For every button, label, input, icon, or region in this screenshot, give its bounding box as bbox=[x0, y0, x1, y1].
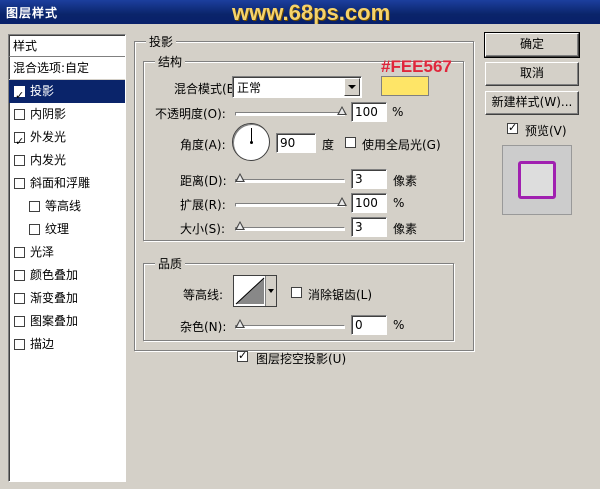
distance-slider-thumb[interactable] bbox=[235, 173, 245, 182]
new-style-button[interactable]: 新建样式(W)... bbox=[485, 91, 579, 115]
style-item[interactable]: 描边 bbox=[9, 333, 125, 356]
noise-slider-thumb[interactable] bbox=[235, 319, 245, 328]
style-item[interactable]: 渐变叠加 bbox=[9, 287, 125, 310]
style-item[interactable]: 内阴影 bbox=[9, 103, 125, 126]
style-checkbox[interactable] bbox=[14, 270, 25, 281]
style-item-label: 颜色叠加 bbox=[30, 268, 79, 282]
antialias-checkbox[interactable] bbox=[291, 287, 302, 298]
blend-mode-value: 正常 bbox=[237, 81, 262, 95]
style-checkbox[interactable] bbox=[14, 178, 25, 189]
title-bar: 图层样式 www.68ps.com bbox=[0, 0, 600, 25]
style-item-label: 光泽 bbox=[30, 245, 55, 259]
opacity-label: 不透明度(O): bbox=[155, 107, 226, 121]
spread-slider[interactable] bbox=[235, 197, 347, 207]
preview-thumbnail bbox=[502, 145, 572, 215]
styles-header[interactable]: 样式 bbox=[9, 35, 125, 57]
angle-dial-center bbox=[250, 141, 253, 144]
cancel-button[interactable]: 取消 bbox=[485, 62, 579, 86]
blend-options-item[interactable]: 混合选项:自定 bbox=[9, 57, 125, 80]
style-item-label: 纹理 bbox=[45, 222, 70, 236]
style-item-label: 渐变叠加 bbox=[30, 291, 79, 305]
noise-slider[interactable] bbox=[235, 319, 345, 329]
spread-slider-thumb[interactable] bbox=[337, 197, 347, 206]
style-checkbox[interactable] bbox=[14, 293, 25, 304]
layer-style-dialog: 样式 混合选项:自定 投影内阴影外发光内发光斜面和浮雕等高线纹理光泽颜色叠加渐变… bbox=[0, 24, 600, 489]
knockout-label[interactable]: 图层挖空投影(U) bbox=[256, 350, 346, 367]
style-item-label: 等高线 bbox=[45, 199, 82, 213]
style-item[interactable]: 纹理 bbox=[9, 218, 125, 241]
opacity-field[interactable]: 100 bbox=[351, 102, 387, 122]
angle-label: 角度(A): bbox=[180, 138, 226, 152]
distance-unit: 像素 bbox=[393, 174, 418, 188]
drop-shadow-legend: 投影 bbox=[146, 33, 177, 50]
style-checkbox[interactable] bbox=[14, 316, 25, 327]
quality-legend: 品质 bbox=[155, 255, 186, 272]
style-checkbox[interactable] bbox=[14, 339, 25, 350]
spread-unit: % bbox=[393, 196, 405, 210]
ok-button[interactable]: 确定 bbox=[484, 32, 580, 58]
angle-dial-needle bbox=[251, 128, 252, 142]
color-hex-annotation: #FEE567 bbox=[381, 57, 452, 76]
contour-curve-icon bbox=[235, 277, 265, 305]
size-slider-thumb[interactable] bbox=[235, 221, 245, 230]
distance-label: 距离(D): bbox=[180, 174, 227, 188]
size-unit: 像素 bbox=[393, 222, 418, 236]
angle-field[interactable]: 90 bbox=[276, 133, 316, 153]
style-item[interactable]: 图案叠加 bbox=[9, 310, 125, 333]
contour-dropdown-icon[interactable] bbox=[265, 276, 276, 306]
shadow-color-swatch[interactable] bbox=[381, 76, 429, 96]
noise-label: 杂色(N): bbox=[180, 320, 227, 334]
style-item-label: 内阴影 bbox=[30, 107, 67, 121]
distance-slider[interactable] bbox=[235, 173, 345, 183]
size-label: 大小(S): bbox=[180, 222, 226, 236]
global-light-checkbox[interactable] bbox=[345, 137, 356, 148]
style-item-label: 外发光 bbox=[30, 130, 67, 144]
angle-dial[interactable] bbox=[232, 123, 270, 161]
style-item-label: 描边 bbox=[30, 337, 55, 351]
opacity-slider-thumb[interactable] bbox=[337, 106, 347, 115]
style-item[interactable]: 光泽 bbox=[9, 241, 125, 264]
style-checkbox[interactable] bbox=[14, 130, 25, 153]
blend-mode-select[interactable]: 正常 bbox=[232, 76, 362, 98]
preview-swatch bbox=[518, 161, 556, 199]
style-item-label: 内发光 bbox=[30, 153, 67, 167]
style-item[interactable]: 斜面和浮雕 bbox=[9, 172, 125, 195]
size-slider[interactable] bbox=[235, 221, 345, 231]
global-light-label[interactable]: 使用全局光(G) bbox=[362, 136, 441, 153]
structure-legend: 结构 bbox=[155, 53, 186, 70]
style-checkbox[interactable] bbox=[14, 109, 25, 120]
style-item-label: 图案叠加 bbox=[30, 314, 79, 328]
preview-checkbox[interactable] bbox=[507, 121, 518, 134]
knockout-checkbox[interactable] bbox=[237, 349, 248, 362]
opacity-unit: % bbox=[392, 105, 404, 119]
style-checkbox[interactable] bbox=[14, 84, 25, 107]
style-item[interactable]: 等高线 bbox=[9, 195, 125, 218]
style-item[interactable]: 内发光 bbox=[9, 149, 125, 172]
styles-list: 样式 混合选项:自定 投影内阴影外发光内发光斜面和浮雕等高线纹理光泽颜色叠加渐变… bbox=[8, 34, 126, 482]
style-checkbox[interactable] bbox=[14, 155, 25, 166]
contour-label: 等高线: bbox=[183, 288, 224, 302]
window-title: 图层样式 bbox=[6, 6, 59, 20]
style-checkbox[interactable] bbox=[29, 224, 40, 235]
angle-unit: 度 bbox=[322, 138, 335, 152]
contour-picker[interactable] bbox=[233, 275, 277, 307]
preview-label[interactable]: 预览(V) bbox=[525, 122, 567, 139]
noise-unit: % bbox=[393, 318, 405, 332]
size-field[interactable]: 3 bbox=[351, 217, 387, 237]
style-item-label: 投影 bbox=[30, 84, 55, 98]
style-checkbox[interactable] bbox=[29, 201, 40, 212]
style-item[interactable]: 外发光 bbox=[9, 126, 125, 153]
opacity-slider[interactable] bbox=[235, 106, 347, 116]
antialias-label[interactable]: 消除锯齿(L) bbox=[308, 286, 372, 303]
style-checkbox[interactable] bbox=[14, 247, 25, 258]
noise-field[interactable]: 0 bbox=[351, 315, 387, 335]
distance-field[interactable]: 3 bbox=[351, 169, 387, 189]
style-item[interactable]: 颜色叠加 bbox=[9, 264, 125, 287]
spread-field[interactable]: 100 bbox=[351, 193, 387, 213]
style-item[interactable]: 投影 bbox=[9, 80, 125, 107]
spread-label: 扩展(R): bbox=[180, 198, 226, 212]
style-item-label: 斜面和浮雕 bbox=[30, 176, 91, 190]
chevron-down-icon[interactable] bbox=[344, 78, 360, 96]
watermark: www.68ps.com bbox=[232, 0, 391, 25]
